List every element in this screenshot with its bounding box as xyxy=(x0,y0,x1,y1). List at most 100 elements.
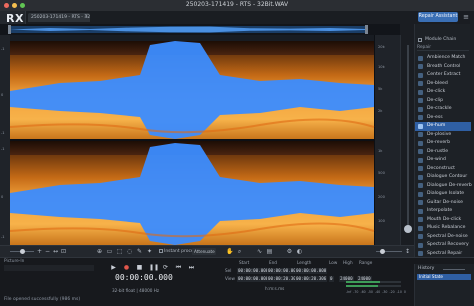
module-item-selected[interactable]: De-hum xyxy=(415,122,471,131)
col-header-low: Low xyxy=(329,260,338,265)
module-item[interactable]: Center Extract xyxy=(415,71,471,80)
module-item[interactable]: De-crackle xyxy=(415,105,471,114)
module-item[interactable]: De-ess xyxy=(415,114,471,123)
module-icon xyxy=(418,166,423,171)
module-item[interactable]: Spectral Recovery xyxy=(415,241,471,250)
module-item[interactable]: De-click xyxy=(415,88,471,97)
module-item[interactable]: De-reverb xyxy=(415,139,471,148)
opacity-icon[interactable]: ◐ xyxy=(296,248,303,255)
module-item[interactable]: Dialogue De-reverb xyxy=(415,182,472,191)
brush-icon[interactable]: ✎ xyxy=(136,248,143,255)
time-selection-icon[interactable]: ⊕ xyxy=(96,248,103,255)
time-ruler[interactable] xyxy=(10,35,374,41)
magic-wand-icon[interactable]: ✦ xyxy=(146,248,153,255)
zoom-fit-icon[interactable]: ↔ xyxy=(52,248,59,255)
loop-icon[interactable]: ⟳ xyxy=(162,264,169,271)
format-info: 32-bit float | 48000 Hz xyxy=(112,288,160,293)
module-label: Spectral De-noise xyxy=(427,233,468,239)
amplitude-axis: -1 0 -1 -1 0 -1 xyxy=(0,35,10,245)
history-panel: History Initial State xyxy=(414,264,474,306)
vertical-zoom-slider[interactable] xyxy=(400,35,414,245)
module-item[interactable]: Guitar De-noise xyxy=(415,199,471,208)
bottom-toolbar: + − ↔ ⊡ ⊕ ▭ ⬚ ◌ ✎ ✦ Instant process Atte… xyxy=(0,245,414,257)
overview-waveform xyxy=(10,26,365,33)
sel-start-field[interactable]: 00:00:00.000 xyxy=(237,268,270,274)
pause-icon[interactable]: ❚❚ xyxy=(149,264,159,271)
overview-left-handle[interactable] xyxy=(8,25,11,34)
zoom-out-icon[interactable]: − xyxy=(44,248,51,255)
meter-tick: -40 xyxy=(374,290,381,294)
status-message: File opened successfully (986 ms) xyxy=(4,297,81,302)
horizontal-zoom-knob[interactable] xyxy=(20,249,25,254)
forward-icon[interactable]: ⏭ xyxy=(188,264,195,271)
module-label: Guitar De-noise xyxy=(427,199,463,205)
frequency-selection-icon[interactable]: ▭ xyxy=(106,248,113,255)
view-start-field[interactable]: 00:00:00.000 xyxy=(237,276,270,282)
meter-tick: -60 xyxy=(360,290,366,294)
history-item-initial-state[interactable]: Initial State xyxy=(417,274,471,280)
zoom-in-icon[interactable]: + xyxy=(36,248,43,255)
module-item[interactable]: Ambience Match xyxy=(415,54,471,63)
module-icon xyxy=(418,72,423,78)
amp-label: 0 xyxy=(1,93,4,97)
repair-section-header[interactable]: Repair xyxy=(417,45,469,51)
waveform-overview[interactable] xyxy=(0,24,400,35)
module-icon xyxy=(418,157,423,163)
freq-label: 5k xyxy=(378,87,383,91)
waveform-view-icon[interactable]: ∿ xyxy=(256,248,263,255)
module-label: Dialogue Contour xyxy=(427,174,468,179)
file-tab[interactable]: 250203-171419 - RTS - 32Bit.WAV xyxy=(28,13,90,22)
zoom-selection-icon[interactable]: ⊡ xyxy=(60,248,67,255)
module-label: De-rustle xyxy=(427,148,449,154)
module-item[interactable]: De-rustle xyxy=(415,148,471,157)
spectrogram-view-icon[interactable]: ▤ xyxy=(266,248,273,255)
picture-in-field[interactable] xyxy=(4,265,94,271)
module-item[interactable]: De-clip xyxy=(415,97,471,106)
rewind-icon[interactable]: ⏮ xyxy=(175,264,182,271)
history-slider[interactable] xyxy=(443,269,465,270)
module-icon xyxy=(418,106,423,112)
freq-label: 500 xyxy=(378,171,385,175)
repair-assistant-button[interactable]: Repair Assistant xyxy=(418,12,458,22)
fit-vertical-icon[interactable]: ↕ xyxy=(404,248,411,255)
module-list: Ambience Match Breath Control Center Ext… xyxy=(415,54,472,258)
module-item[interactable]: De-wind xyxy=(415,156,471,165)
module-item[interactable]: Mouth De-click xyxy=(415,216,471,225)
module-item[interactable]: Dialogue Contour xyxy=(415,173,471,182)
instant-mode-select[interactable]: Attenuate xyxy=(192,248,216,255)
hand-icon[interactable]: ✋ xyxy=(226,248,233,255)
spectrum-settings-icon[interactable]: ⚙ xyxy=(286,248,293,255)
module-chain-checkbox[interactable] xyxy=(418,38,422,42)
module-item[interactable]: Spectral De-noise xyxy=(415,233,471,242)
vertical-zoom-thumb[interactable] xyxy=(404,225,412,233)
module-item[interactable]: De-plosive xyxy=(415,131,471,140)
vertical-zoom-track[interactable] xyxy=(407,45,409,230)
hamburger-icon[interactable]: ≡ xyxy=(462,13,470,21)
module-item[interactable]: De-bleed xyxy=(415,80,471,89)
play-icon[interactable]: ▶ xyxy=(110,264,117,271)
stop-icon[interactable]: ■ xyxy=(136,264,143,271)
amp-label: 0 xyxy=(1,195,4,199)
module-label: De-hum xyxy=(427,123,446,128)
view-length-field[interactable]: 00:00:20.306 xyxy=(295,276,328,282)
module-icon xyxy=(418,55,423,61)
module-item[interactable]: Music Rebalance xyxy=(415,224,471,233)
time-frequency-selection-icon[interactable]: ⬚ xyxy=(116,248,123,255)
module-item[interactable]: Breath Control xyxy=(415,63,471,72)
module-label: Dialogue De-reverb xyxy=(427,182,472,188)
lasso-icon[interactable]: ◌ xyxy=(126,248,133,255)
view-low-field[interactable]: 0 xyxy=(329,276,334,282)
record-icon[interactable]: ● xyxy=(123,264,130,271)
module-item[interactable]: Dialogue Isolate xyxy=(415,190,471,199)
amplitude-zoom-knob[interactable] xyxy=(380,249,385,254)
module-item[interactable]: Deconstruct xyxy=(415,165,471,174)
overview-right-handle[interactable] xyxy=(365,25,368,34)
module-panel: Module Chain Repair Ambience Match Breat… xyxy=(414,24,472,264)
level-meter: -Inf -70 -60 -50 -40 -30 -20 -10 0 xyxy=(346,263,406,294)
module-item[interactable]: Interpolate xyxy=(415,207,471,216)
sel-length-field[interactable]: 00:00:00.000 xyxy=(295,268,328,274)
zoom-tool-icon[interactable]: ⌕ xyxy=(236,248,243,255)
close-tab-icon[interactable]: × xyxy=(84,13,88,19)
instant-process-checkbox[interactable] xyxy=(159,249,163,253)
spectrogram-view[interactable]: -1 0 -1 -1 0 -1 20k 10k 5k 2k 1k 500 200… xyxy=(0,35,400,245)
